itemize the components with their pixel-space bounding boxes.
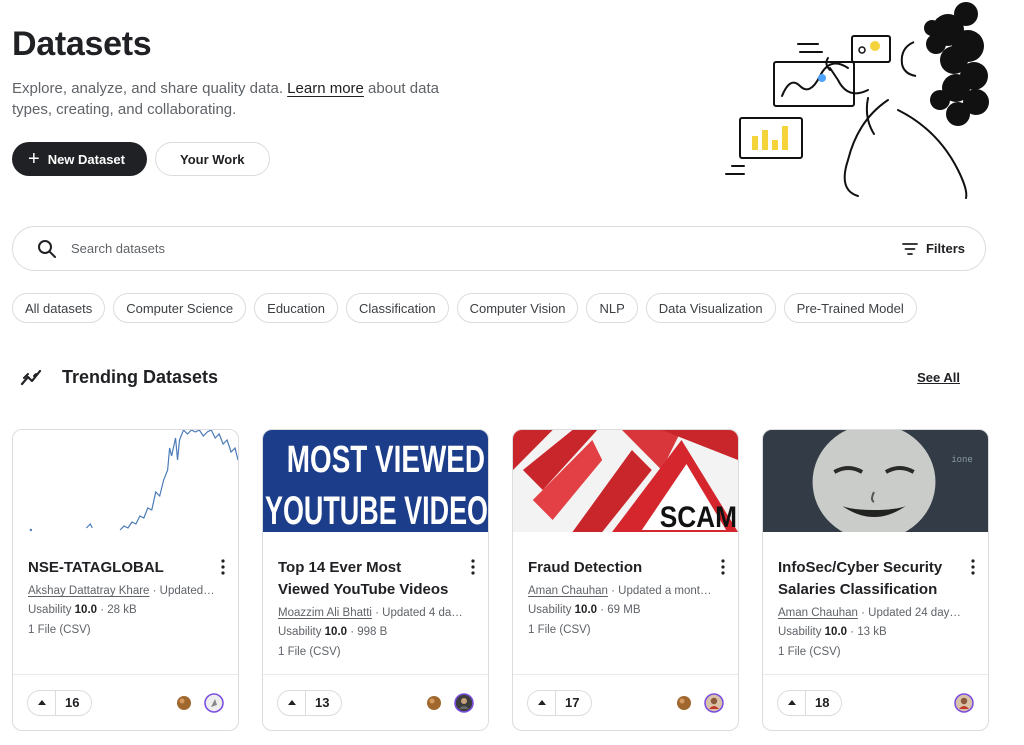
card-thumbnail — [13, 430, 238, 532]
owner-line: Moazzim Ali Bhatti · Updated 4 da… — [278, 607, 463, 619]
vote-count: 16 — [65, 695, 80, 710]
avatar[interactable] — [954, 692, 974, 713]
datasets-illustration — [725, 2, 989, 199]
thumb-noise: ione — [951, 455, 972, 465]
upvote-button[interactable]: 18 — [777, 689, 843, 716]
vote-count: 18 — [815, 695, 830, 710]
usability-line: Usability 10.0 · 28 kB — [28, 604, 137, 616]
filter-lines-icon — [902, 242, 918, 255]
dataset-title[interactable]: NSE-TATAGLOBAL — [28, 557, 203, 579]
card-thumbnail: MOST VIEWED YOUTUBE VIDEO — [263, 430, 488, 533]
card-footer: 13 — [263, 674, 488, 730]
page-title: Datasets — [12, 25, 152, 63]
hero: Datasets Explore, analyze, and share qua… — [12, 22, 492, 176]
vote-count: 17 — [565, 695, 580, 710]
owner-link[interactable]: Moazzim Ali Bhatti — [278, 607, 372, 619]
kebab-vertical-icon[interactable] — [970, 559, 976, 575]
chip-data-visualization[interactable]: Data Visualization — [645, 293, 776, 323]
card-footer: 17 — [513, 674, 738, 730]
card-thumbnail: SCAM — [513, 430, 738, 534]
card-thumbnail: ione — [763, 430, 988, 540]
kebab-vertical-icon[interactable] — [470, 559, 476, 575]
usability-line: Usability 10.0 · 998 B — [278, 626, 388, 638]
owner-link[interactable]: Aman Chauhan — [778, 607, 858, 619]
owner-line: Aman Chauhan · Updated 24 day… — [778, 607, 961, 619]
owner-line: Aman Chauhan · Updated a mont… — [528, 585, 712, 597]
dataset-card[interactable]: SCAM Fraud Detection Aman Chauhan · Upda… — [512, 429, 739, 731]
chip-nlp[interactable]: NLP — [586, 293, 638, 323]
hero-actions: + New Dataset Your Work — [12, 142, 492, 176]
page-description: Explore, analyze, and share quality data… — [12, 80, 439, 118]
your-work-button[interactable]: Your Work — [155, 142, 270, 176]
medal-icon — [677, 695, 691, 710]
search-bar: Filters — [12, 226, 986, 271]
thumb-text: SCAM — [660, 501, 737, 532]
avatars — [174, 692, 224, 713]
avatars — [674, 692, 724, 713]
upvote-button[interactable]: 13 — [277, 689, 343, 716]
category-chips: All datasets Computer Science Education … — [12, 293, 917, 323]
new-dataset-button[interactable]: + New Dataset — [12, 142, 147, 176]
caret-up-icon — [778, 690, 806, 715]
card-body: NSE-TATAGLOBAL Akshay Dattatray Khare · … — [13, 537, 238, 636]
chip-computer-science[interactable]: Computer Science — [113, 293, 247, 323]
see-all-link[interactable]: See All — [917, 370, 960, 385]
avatars — [954, 692, 974, 713]
dataset-card[interactable]: NSE-TATAGLOBAL Akshay Dattatray Khare · … — [12, 429, 239, 731]
usability-line: Usability 10.0 · 69 MB — [528, 604, 641, 616]
file-info: 1 File (CSV) — [28, 624, 91, 636]
avatar[interactable] — [454, 692, 474, 713]
avatars — [424, 692, 474, 713]
trending-line-icon — [20, 369, 42, 386]
learn-more-link[interactable]: Learn more — [287, 80, 364, 97]
chip-classification[interactable]: Classification — [345, 293, 449, 323]
card-footer: 18 — [763, 674, 988, 730]
trending-title: Trending Datasets — [62, 366, 219, 387]
medal-icon — [177, 695, 191, 710]
chip-pre-trained-model[interactable]: Pre-Trained Model — [783, 293, 917, 323]
dataset-card[interactable]: MOST VIEWED YOUTUBE VIDEO Top 14 Ever Mo… — [262, 429, 489, 731]
thumb-text-line2: YOUTUBE VIDEO — [265, 489, 488, 532]
avatar[interactable] — [204, 692, 224, 713]
thumb-text-line1: MOST VIEWED — [287, 439, 485, 481]
kebab-vertical-icon[interactable] — [720, 559, 726, 575]
filters-button[interactable]: Filters — [902, 241, 965, 256]
caret-up-icon — [278, 690, 306, 715]
upvote-button[interactable]: 16 — [27, 689, 93, 716]
chip-education[interactable]: Education — [254, 293, 338, 323]
kebab-vertical-icon[interactable] — [220, 559, 226, 575]
dataset-card[interactable]: ione InfoSec/Cyber Security Salaries Cla… — [762, 429, 989, 731]
caret-up-icon — [28, 690, 56, 715]
file-info: 1 File (CSV) — [778, 646, 841, 658]
usability-line: Usability 10.0 · 13 kB — [778, 626, 887, 638]
card-body: Top 14 Ever Most Viewed YouTube Videos M… — [263, 537, 488, 658]
file-info: 1 File (CSV) — [278, 646, 341, 658]
file-info: 1 File (CSV) — [528, 624, 591, 636]
card-footer: 16 — [13, 674, 238, 730]
search-input[interactable] — [71, 241, 902, 256]
vote-count: 13 — [315, 695, 330, 710]
upvote-button[interactable]: 17 — [527, 689, 593, 716]
owner-line: Akshay Dattatray Khare · Updated… — [28, 585, 215, 597]
dataset-title[interactable]: InfoSec/Cyber Security Salaries Classifi… — [778, 557, 953, 601]
card-body: Fraud Detection Aman Chauhan · Updated a… — [513, 537, 738, 636]
trending-cards: NSE-TATAGLOBAL Akshay Dattatray Khare · … — [12, 429, 989, 731]
caret-up-icon — [528, 690, 556, 715]
card-body: InfoSec/Cyber Security Salaries Classifi… — [763, 537, 988, 658]
chip-all-datasets[interactable]: All datasets — [12, 293, 106, 323]
owner-link[interactable]: Akshay Dattatray Khare — [28, 585, 149, 597]
dataset-title[interactable]: Top 14 Ever Most Viewed YouTube Videos — [278, 557, 453, 601]
medal-icon — [427, 695, 441, 710]
owner-link[interactable]: Aman Chauhan — [528, 585, 608, 597]
avatar[interactable] — [704, 692, 724, 713]
chip-computer-vision[interactable]: Computer Vision — [456, 293, 579, 323]
plus-icon: + — [28, 148, 40, 170]
dataset-title[interactable]: Fraud Detection — [528, 557, 703, 579]
trending-header: Trending Datasets See All — [20, 366, 960, 388]
search-icon — [38, 239, 56, 258]
